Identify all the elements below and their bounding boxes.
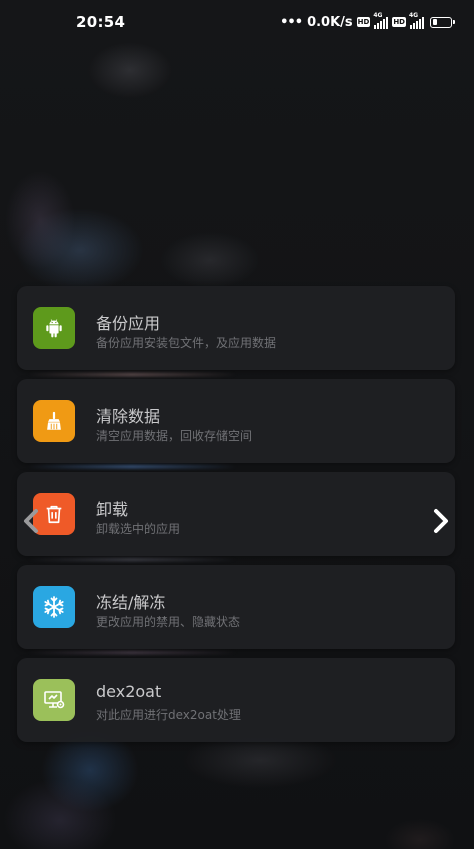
chevron-left-icon[interactable] bbox=[18, 506, 44, 536]
notification-dots: ••• bbox=[280, 14, 303, 30]
menu-item-title: 备份应用 bbox=[96, 314, 161, 333]
menu-item-dex2oat[interactable]: dex2oat 对此应用进行dex2oat处理 bbox=[17, 658, 455, 742]
battery-icon bbox=[430, 16, 455, 28]
chevron-right-icon[interactable] bbox=[428, 506, 454, 536]
screen: 20:54 ••• 0.0K/s HD 4G HD 4G 备份应用 备份应用安装… bbox=[0, 0, 474, 849]
signal-icon: 4G bbox=[373, 12, 389, 29]
menu-item-uninstall[interactable]: 卸载 卸载选中的应用 bbox=[17, 472, 455, 556]
battery-level bbox=[432, 19, 437, 25]
signal-icon: 4G bbox=[409, 12, 424, 29]
menu-item-subtitle: 清空应用数据，回收存储空间 bbox=[96, 429, 253, 443]
menu-item-subtitle: 卸载选中的应用 bbox=[96, 522, 181, 536]
menu-item-subtitle: 备份应用安装包文件，及应用数据 bbox=[96, 336, 277, 350]
network-speed: 0.0K/s bbox=[307, 14, 353, 30]
status-bar: 20:54 ••• 0.0K/s HD 4G HD 4G bbox=[0, 0, 474, 44]
menu-item-subtitle: 对此应用进行dex2oat处理 bbox=[96, 708, 241, 722]
hd-badge: HD bbox=[356, 17, 371, 27]
status-indicators: ••• 0.0K/s HD 4G HD 4G bbox=[280, 12, 455, 31]
broom-icon bbox=[33, 400, 75, 442]
menu-item-title: 卸载 bbox=[96, 500, 129, 519]
snowflake-icon bbox=[33, 586, 75, 628]
hd-badge: HD bbox=[392, 17, 406, 27]
menu-item-subtitle: 更改应用的禁用、隐藏状态 bbox=[96, 615, 241, 629]
status-time: 20:54 bbox=[76, 13, 126, 31]
card-glow bbox=[27, 465, 237, 468]
card-glow bbox=[27, 558, 237, 561]
android-icon bbox=[33, 307, 75, 349]
menu-item-title: 冻结/解冻 bbox=[96, 593, 166, 612]
menu-item-freeze[interactable]: 冻结/解冻 更改应用的禁用、隐藏状态 bbox=[17, 565, 455, 649]
card-glow bbox=[27, 373, 237, 376]
card-glow bbox=[27, 651, 237, 654]
lte-label: 4G bbox=[373, 11, 383, 19]
monitor-settings-icon bbox=[33, 679, 75, 721]
menu-item-backup[interactable]: 备份应用 备份应用安装包文件，及应用数据 bbox=[17, 286, 455, 370]
menu-item-title: 清除数据 bbox=[96, 407, 161, 426]
lte-label: 4G bbox=[409, 11, 419, 19]
menu-item-title: dex2oat bbox=[96, 682, 162, 701]
menu-item-clear-data[interactable]: 清除数据 清空应用数据，回收存储空间 bbox=[17, 379, 455, 463]
